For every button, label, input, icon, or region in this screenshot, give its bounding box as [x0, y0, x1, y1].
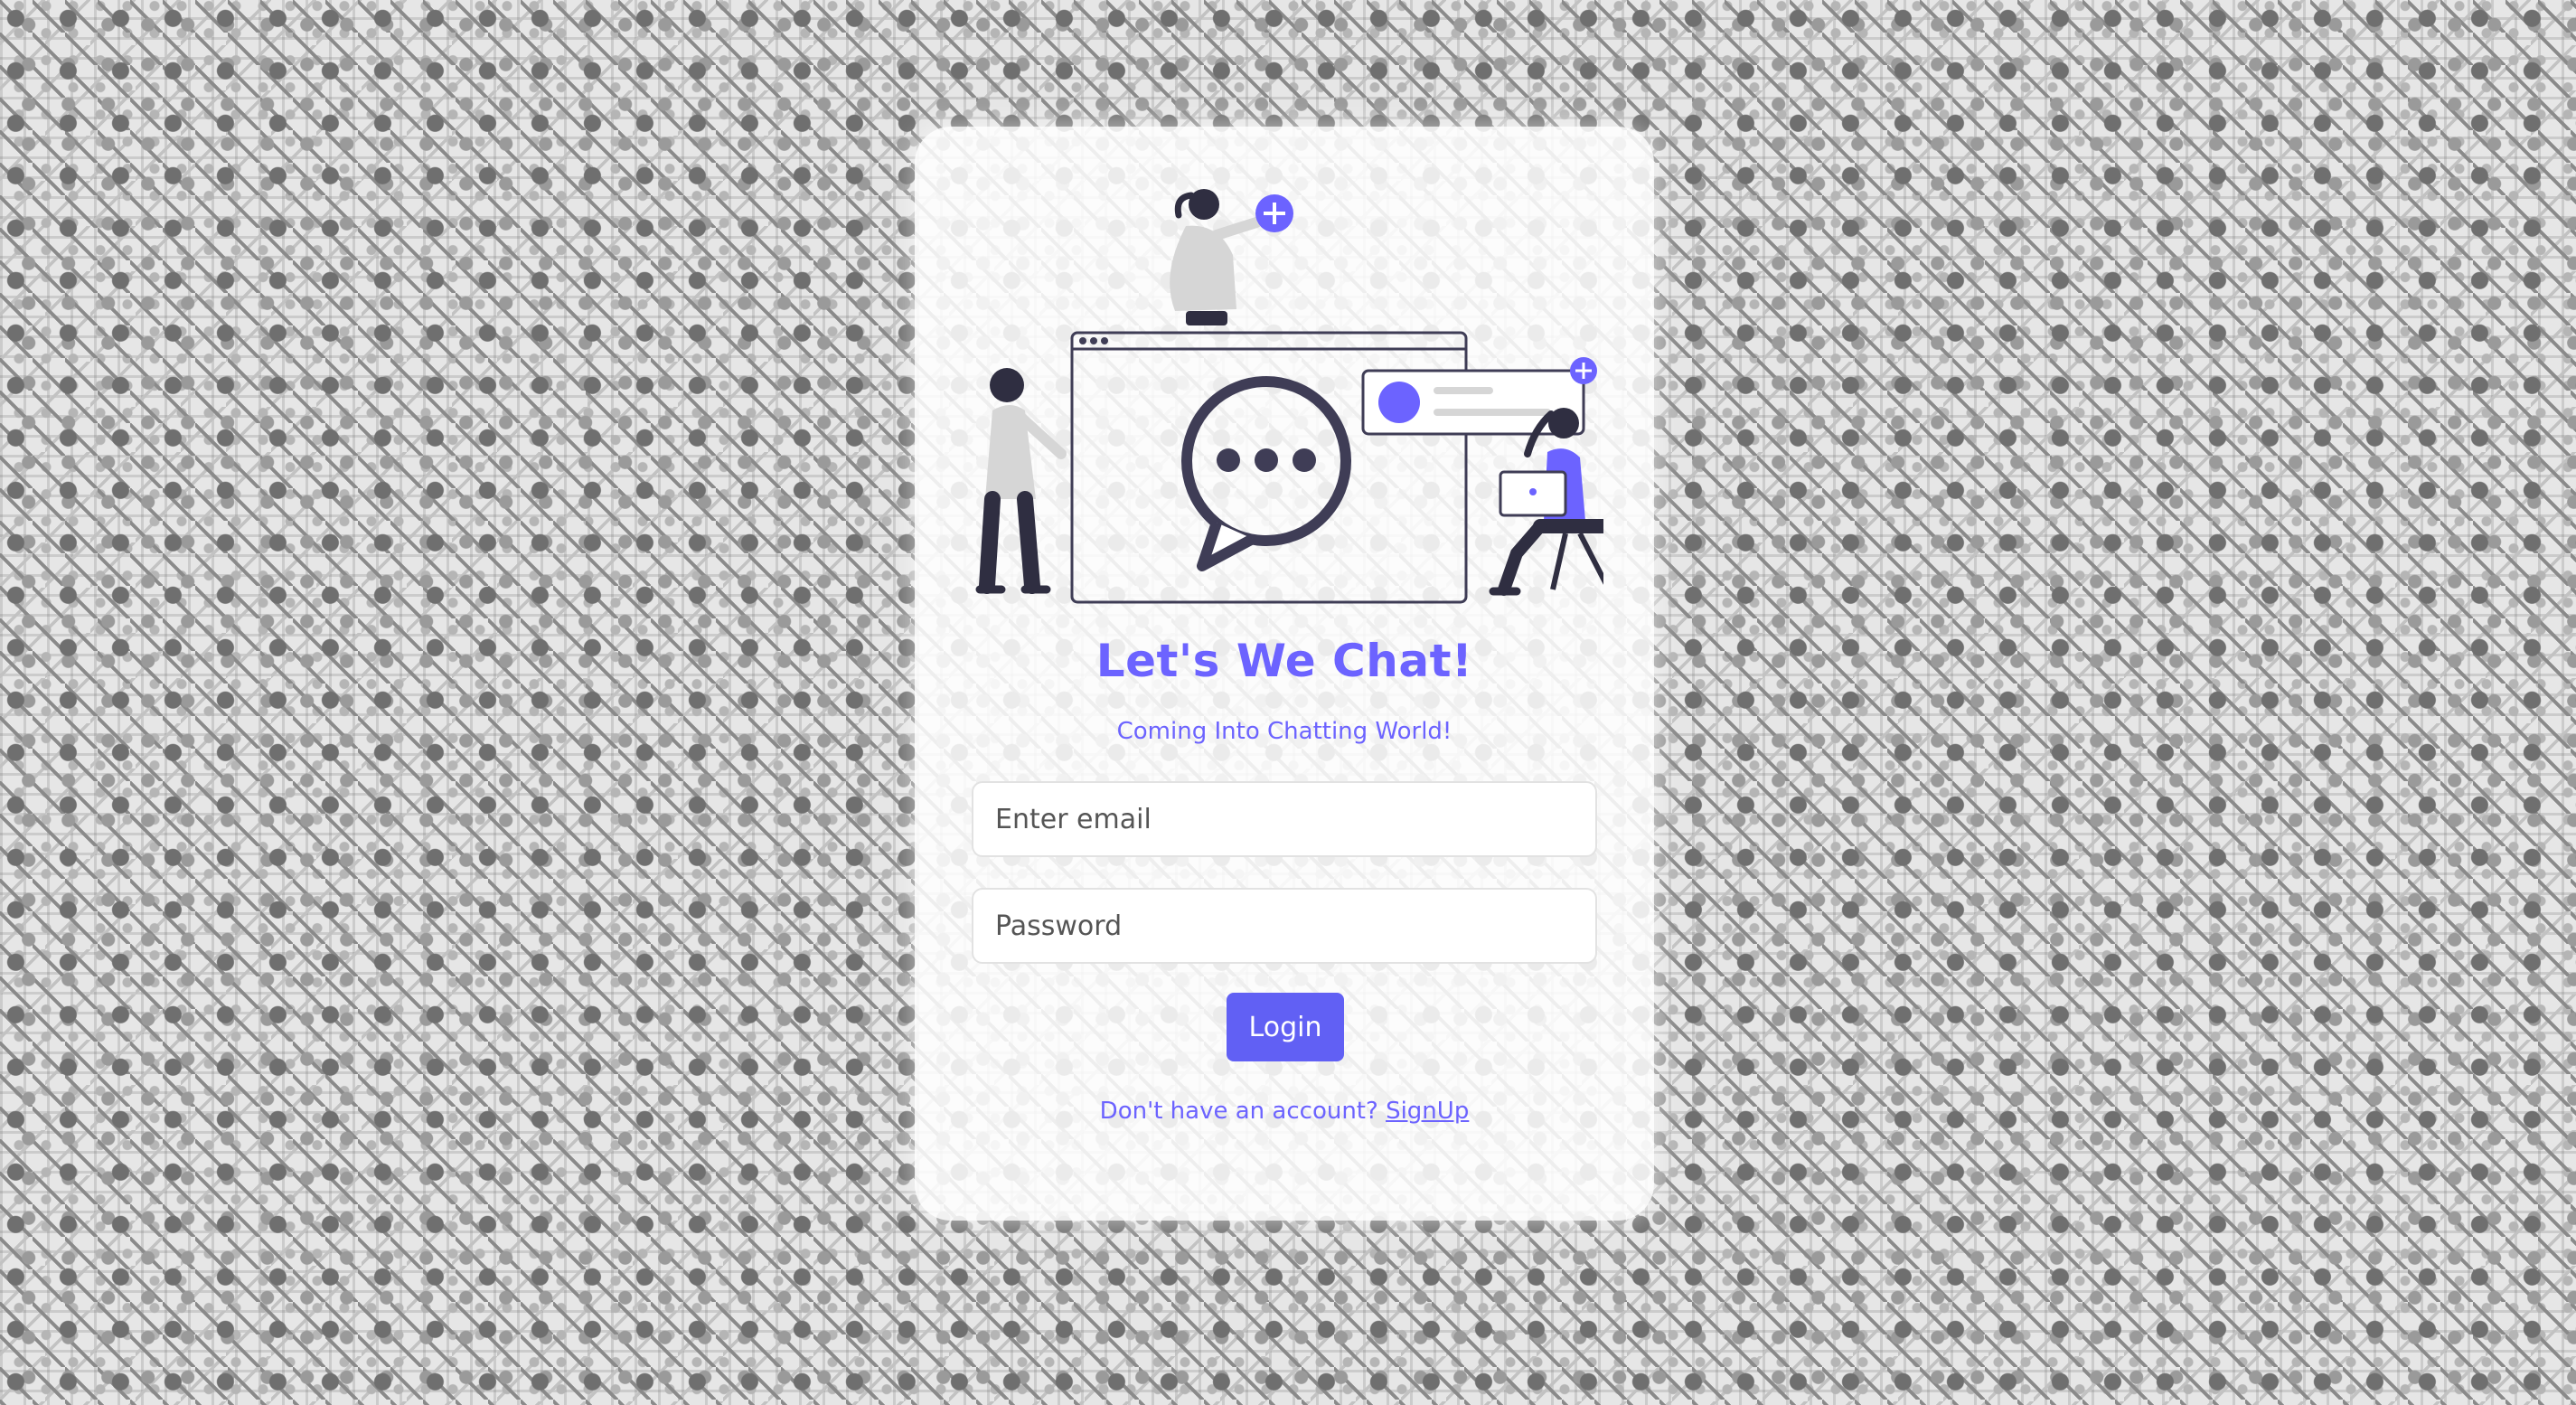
signup-link[interactable]: SignUp [1386, 1098, 1469, 1125]
email-input[interactable] [972, 781, 1597, 857]
person-left [975, 368, 1067, 594]
signup-prompt-text: Don't have an account? [1099, 1098, 1378, 1125]
person-top [1170, 189, 1293, 325]
password-input[interactable] [972, 888, 1597, 964]
signup-prompt-line: Don't have an account? SignUp [915, 1098, 1654, 1125]
avatar-dot-icon [1378, 382, 1420, 423]
login-card: Let's We Chat! Coming Into Chatting Worl… [915, 127, 1654, 1221]
app-subtitle: Coming Into Chatting World! [1116, 718, 1453, 745]
chat-bubble-icon [1181, 376, 1351, 571]
app-title: Let's We Chat! [1095, 635, 1473, 687]
login-button[interactable]: Login [1227, 993, 1344, 1061]
chat-illustration [975, 189, 1603, 604]
